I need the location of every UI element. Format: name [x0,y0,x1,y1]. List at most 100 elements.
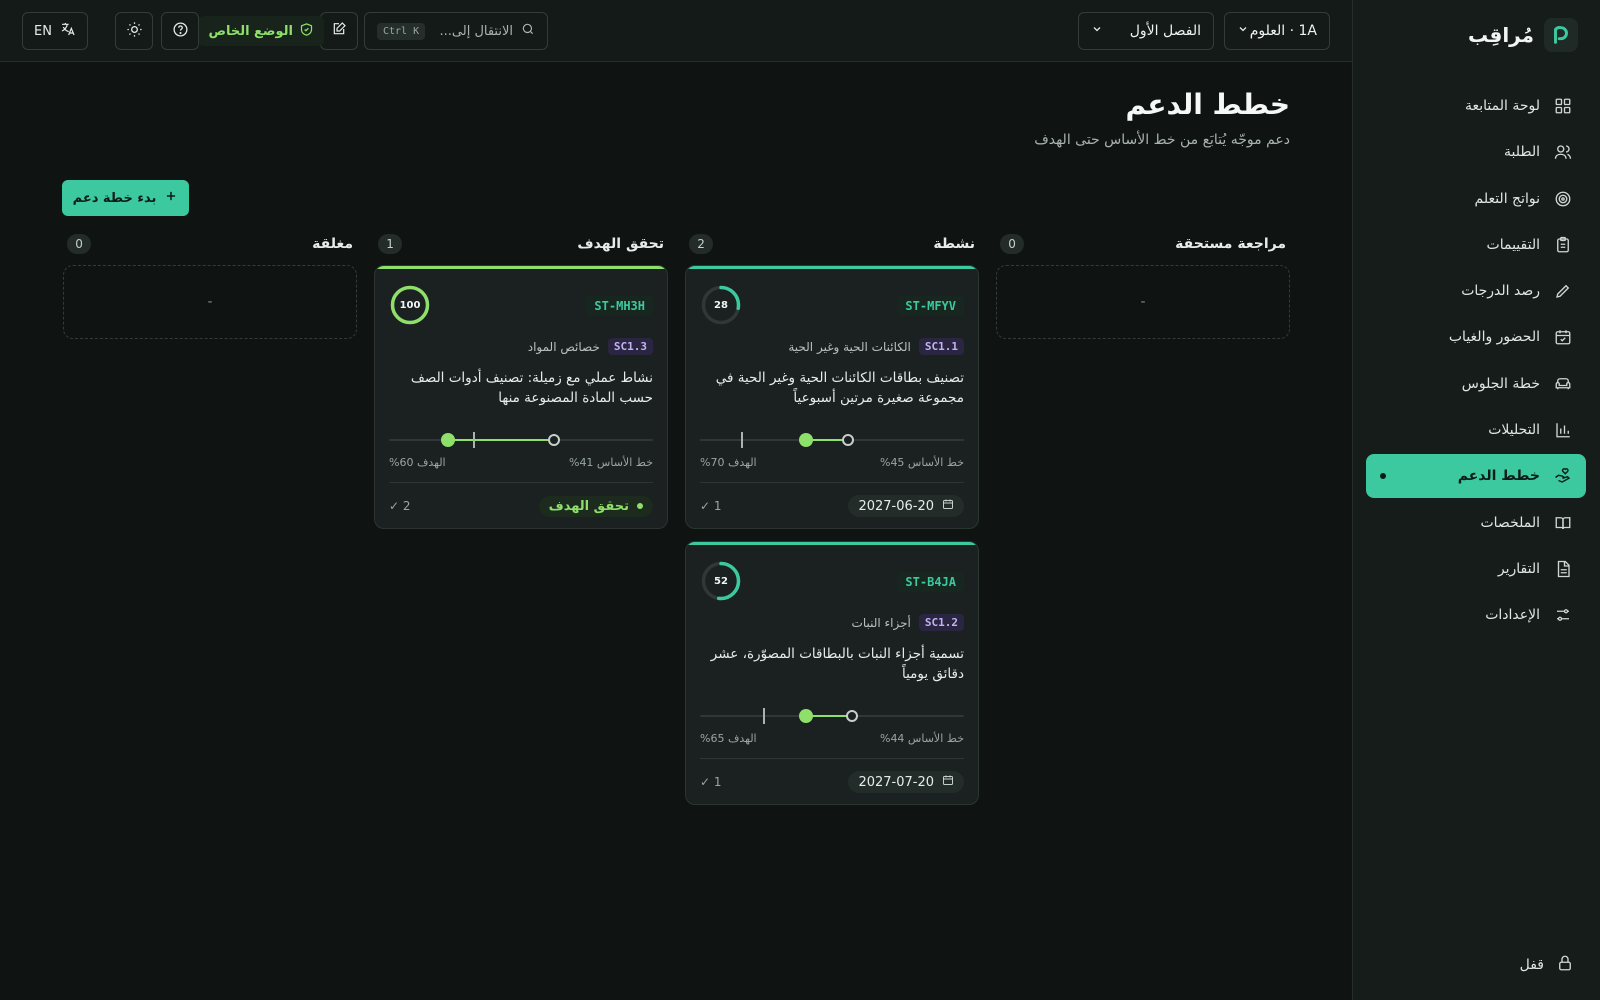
plan-description: تسمية أجزاء النبات بالبطاقات المصوّرة، ع… [710,646,964,682]
target-marker [472,432,475,448]
column-goal-achieved: تحقق الهدف 1 ST-MH3H 100 SC1.3 خصائص الم… [374,234,668,541]
sidebar-item-attendance[interactable]: الحضور والغياب [1366,315,1586,359]
sidebar-item-reports[interactable]: التقارير [1366,547,1586,591]
card-accent-bar [375,266,667,269]
card-accent-bar [686,266,978,269]
start-support-plan-button[interactable]: بدء خطة دعم [62,180,189,216]
status-dot [637,503,643,509]
status-badge: تحقق الهدف [538,495,653,517]
lock-icon [1556,954,1574,976]
bar-chart-icon [1552,419,1574,441]
shield-check-icon [299,22,314,41]
current-marker [798,433,813,447]
page-title: خطط الدعم [1125,88,1290,121]
outcome-code: SC1.3 [607,338,653,355]
baseline-label: خط الأساس 44% [879,732,964,745]
active-indicator [1380,473,1386,480]
column-closed: مغلقة 0 - [63,234,357,339]
target-marker [741,432,744,448]
page-subtitle: دعم موجّه يُتابَع من خط الأساس حتى الهدف [1034,132,1290,148]
logo-icon [1544,18,1578,52]
sidebar-item-students[interactable]: الطلبة [1366,130,1586,174]
theme-toggle-button[interactable] [115,12,153,50]
help-button[interactable] [161,12,199,50]
date-value: 2027-07-20 [858,774,934,790]
date-value: 2027-06-20 [858,498,934,514]
sidebar: مُراقِب لوحة المتابعة الطلبة نواتج التعل… [1352,0,1600,1000]
progress-value: 28 [714,299,728,311]
calendar-icon [942,498,954,514]
column-count: 0 [67,234,91,254]
chevron-down-icon [1237,23,1249,39]
plan-description: نشاط عملي مع زميلة: تصنيف أدوات الصف حسب… [410,370,653,406]
translate-icon [60,21,76,41]
support-plan-card[interactable]: ST-B4JA 52 SC1.2 أجزاء النبات تسمية أجزا… [685,541,979,805]
target-label: الهدف 70% [700,456,757,469]
private-mode-label: الوضع الخاص [208,23,293,39]
current-marker [441,433,456,447]
class-select[interactable]: 1A · العلوم [1224,12,1330,50]
sidebar-item-label: التحليلات [1488,422,1540,439]
review-date: 2027-06-20 [848,495,964,517]
sidebar-item-support-plans[interactable]: خطط الدعم [1366,454,1586,499]
baseline-marker [846,710,859,722]
sidebar-item-dashboard[interactable]: لوحة المتابعة [1366,84,1586,128]
chevron-down-icon [1091,23,1103,39]
sidebar-item-assessments[interactable]: التقييمات [1366,223,1586,267]
pencil-icon [1552,280,1574,302]
sidebar-item-outcomes[interactable]: نواتج التعلم [1366,177,1586,221]
sidebar-item-label: الحضور والغياب [1448,329,1540,346]
sidebar-item-settings[interactable]: الإعدادات [1366,593,1586,637]
term-select-value: الفصل الأول [1129,23,1201,39]
search-shortcut: Ctrl K [377,22,426,40]
sidebar-item-label: التقييمات [1486,236,1540,253]
topbar: 1A · العلوم الفصل الأول الانتقال إلى... … [0,0,1352,62]
column-count: 2 [689,234,713,254]
term-select[interactable]: الفصل الأول [1078,12,1214,50]
sidebar-item-analytics[interactable]: التحليلات [1366,408,1586,452]
column-title: مراجعة مستحقة [1175,236,1286,252]
sidebar-item-label: خطط الدعم [1457,468,1540,485]
class-select-value: 1A · العلوم [1249,23,1317,39]
language-button[interactable]: EN [22,12,88,50]
sidebar-item-seating[interactable]: خطة الجلوس [1366,362,1586,406]
progress-value: 52 [714,575,728,587]
lock-label: قفل [1519,957,1544,973]
sidebar-item-label: خطة الجلوس [1461,375,1540,392]
baseline-label: خط الأساس 45% [879,456,964,469]
progress-track [700,432,964,448]
outcome-name: خصائص المواد [527,339,600,354]
progress-track [389,432,653,448]
sidebar-item-label: رصد الدرجات [1461,283,1540,300]
private-mode-toggle[interactable]: الوضع الخاص [198,16,324,46]
student-id: ST-B4JA [897,572,964,592]
quick-note-button[interactable] [320,12,358,50]
baseline-marker [548,434,561,446]
column-count: 0 [1000,234,1024,254]
sidebar-item-label: الملخصات [1480,514,1540,531]
sidebar-item-summaries[interactable]: الملخصات [1366,501,1586,545]
hand-heart-icon [1552,465,1574,487]
support-plan-card[interactable]: ST-MH3H 100 SC1.3 خصائص المواد نشاط عملي… [374,265,668,529]
outcome-code: SC1.2 [918,614,964,631]
column-review-due: مراجعة مستحقة 0 - [996,234,1290,339]
support-plan-card[interactable]: ST-MFYV 28 SC1.1 الكائنات الحية وغير الح… [685,265,979,529]
checkin-count: ✓ 1 [700,775,722,789]
card-accent-bar [686,542,978,545]
sofa-icon [1552,373,1574,395]
lock-button[interactable]: قفل [1520,954,1574,976]
current-marker [798,709,813,723]
column-empty: - [996,265,1290,339]
sidebar-item-label: نواتج التعلم [1474,190,1541,207]
edit-note-icon [331,21,347,41]
search-input[interactable]: الانتقال إلى... Ctrl K [364,12,548,50]
progress-segment [448,439,555,441]
sidebar-item-label: الطلبة [1503,144,1540,161]
sidebar-item-label: لوحة المتابعة [1464,98,1540,114]
sidebar-item-gradebook[interactable]: رصد الدرجات [1366,269,1586,313]
search-icon [521,22,535,40]
brand[interactable]: مُراقِب [1468,18,1578,52]
calendar-check-icon [1552,326,1574,348]
checkin-count: ✓ 1 [700,499,722,513]
baseline-label: خط الأساس 41% [568,456,653,469]
